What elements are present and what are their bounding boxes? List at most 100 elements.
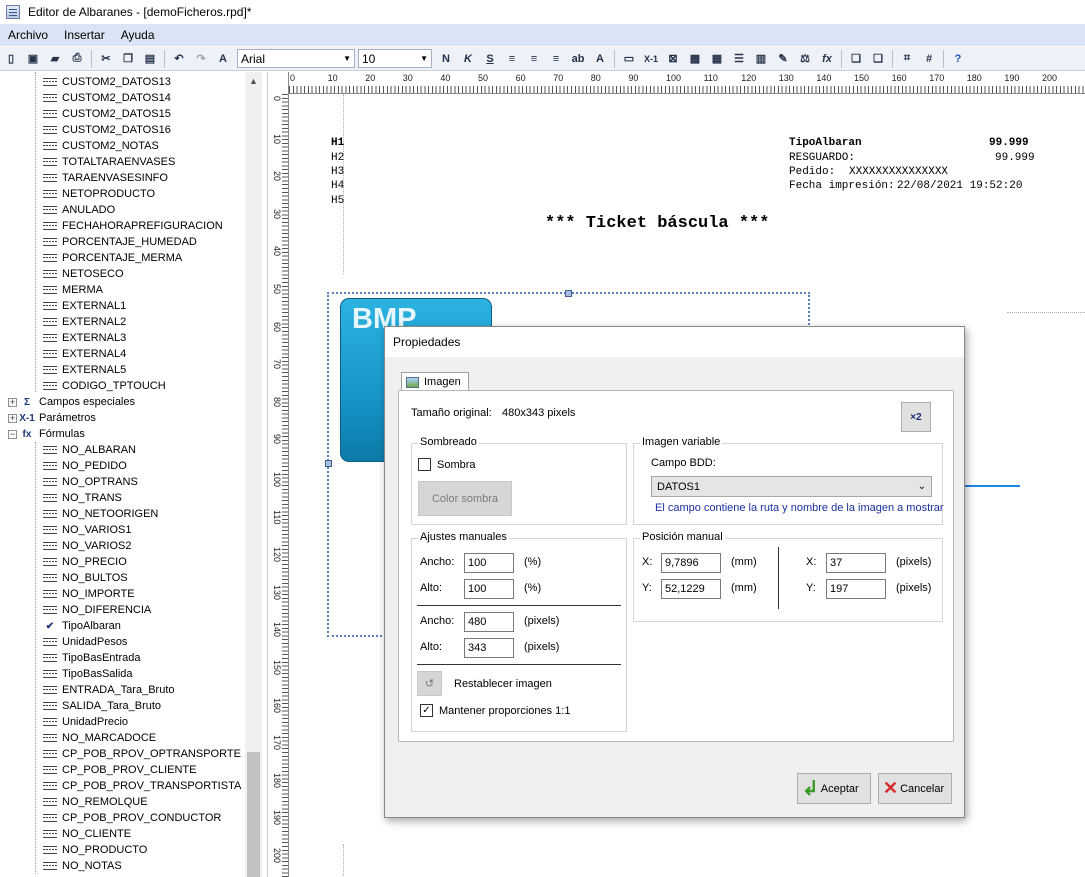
font-name-combo[interactable]: Arial ▼ — [237, 49, 355, 68]
send-back-icon[interactable]: ❑ — [868, 49, 888, 69]
tree-formula-item[interactable]: ENTRADA_Tara_Bruto — [43, 682, 175, 698]
align-right-icon[interactable]: ≡ — [546, 49, 566, 69]
resguardo-label[interactable]: RESGUARDO: — [789, 152, 855, 164]
print-icon[interactable]: ⎙ — [67, 49, 87, 69]
tree-field-item[interactable]: EXTERNAL2 — [43, 314, 126, 330]
align-center-icon[interactable]: ≡ — [524, 49, 544, 69]
tree-formula-item[interactable]: NO_CLIENTE — [43, 826, 131, 842]
pedido-label[interactable]: Pedido: — [789, 166, 835, 178]
tree-formula-item[interactable]: CP_POB_PROV_CLIENTE — [43, 762, 197, 778]
tree-formula-item[interactable]: NO_DIFERENCIA — [43, 602, 151, 618]
font-size-combo[interactable]: 10 ▼ — [358, 49, 432, 68]
header-line-5[interactable]: H5 — [331, 195, 344, 207]
tree-group-item[interactable]: − fx Fórmulas — [8, 426, 85, 442]
campo-bdd-select[interactable]: DATOS1 ⌄ — [651, 476, 932, 497]
ancho-px-input[interactable]: 480 — [464, 612, 514, 632]
tree-field-item[interactable]: PORCENTAJE_HUMEDAD — [43, 234, 197, 250]
open-folder-icon[interactable]: ▰ — [45, 49, 65, 69]
tree-formula-item[interactable]: NO_VARIOS2 — [43, 538, 132, 554]
resguardo-value[interactable]: 99.999 — [995, 152, 1035, 164]
tree-formula-item[interactable]: ✔ TipoAlbaran — [43, 618, 121, 634]
header-line-2[interactable]: H2 — [331, 152, 344, 164]
tree-formula-item[interactable]: NO_VARIOS1 — [43, 522, 132, 538]
tree-formula-item[interactable]: CP_POB_PROV_TRANSPORTISTA — [43, 778, 241, 794]
ancho-pct-input[interactable]: 100 — [464, 553, 514, 573]
tree-field-item[interactable]: EXTERNAL5 — [43, 362, 126, 378]
tree-field-item[interactable]: MERMA — [43, 282, 103, 298]
tab-imagen[interactable]: Imagen — [401, 372, 469, 391]
cancelar-button[interactable]: ✕ Cancelar — [878, 773, 952, 804]
tree-field-item[interactable]: ANULADO — [43, 202, 115, 218]
tree-field-item[interactable]: EXTERNAL4 — [43, 346, 126, 362]
tree-formula-item[interactable]: UnidadPrecio — [43, 714, 128, 730]
tree-scrollbar[interactable]: ▲ — [245, 72, 262, 877]
y-px-input[interactable]: 197 — [826, 579, 886, 599]
font-style-icon[interactable]: A — [213, 49, 233, 69]
tree-formula-item[interactable]: CP_POB_RPOV_OPTRANSPORTE — [43, 746, 241, 762]
signature-icon[interactable]: ✎ — [773, 49, 793, 69]
tree-formula-item[interactable]: SALIDA_Tara_Bruto — [43, 698, 161, 714]
tree-field-item[interactable]: TOTALTARAENVASES — [43, 154, 175, 170]
aceptar-button[interactable]: ↲ Aceptar — [797, 773, 871, 804]
mantener-checkbox[interactable]: ✓ — [420, 704, 433, 717]
insert-text-icon[interactable]: A — [590, 49, 610, 69]
bring-front-icon[interactable]: ❏ — [846, 49, 866, 69]
save-icon[interactable]: ▣ — [23, 49, 43, 69]
help-icon[interactable]: ? — [948, 49, 968, 69]
pedido-value[interactable]: XXXXXXXXXXXXXXX — [849, 166, 948, 178]
tree-formula-item[interactable]: NO_MARCADOCE — [43, 730, 156, 746]
paste-icon[interactable]: ▤ — [140, 49, 160, 69]
insert-frame-icon[interactable]: ⊠ — [663, 49, 683, 69]
copy-icon[interactable]: ❐ — [118, 49, 138, 69]
tree-field-item[interactable]: PORCENTAJE_MERMA — [43, 250, 182, 266]
tree-field-item[interactable]: NETOSECO — [43, 266, 124, 282]
tree-formula-item[interactable]: NO_NOTAS — [43, 858, 122, 874]
undo-icon[interactable]: ↶ — [169, 49, 189, 69]
snap-icon[interactable]: ⌗ — [897, 49, 917, 69]
tree-formula-item[interactable]: NO_REMOLQUE — [43, 794, 148, 810]
new-file-icon[interactable]: ▯ — [1, 49, 21, 69]
y-mm-input[interactable]: 52,1229 — [661, 579, 721, 599]
grid-icon[interactable]: # — [919, 49, 939, 69]
tree-formula-item[interactable]: NO_OPTRANS — [43, 474, 138, 490]
align-left-icon[interactable]: ≡ — [502, 49, 522, 69]
italic-button[interactable]: K — [458, 49, 478, 69]
barcode-icon[interactable]: ▥ — [751, 49, 771, 69]
tree-formula-item[interactable]: NO_PRECIO — [43, 554, 127, 570]
ticket-title[interactable]: *** Ticket báscula *** — [545, 214, 769, 233]
tree-field-item[interactable]: CUSTOM2_DATOS16 — [43, 122, 171, 138]
tree-field-item[interactable]: CUSTOM2_DATOS15 — [43, 106, 171, 122]
tree-field-item[interactable]: TARAENVASESINFO — [43, 170, 168, 186]
tipo-albaran-value[interactable]: 99.999 — [989, 137, 1029, 149]
tree-formula-item[interactable]: NO_PRODUCTO — [43, 842, 147, 858]
formula-button[interactable]: fx — [817, 49, 837, 69]
scrollbar-thumb[interactable] — [247, 752, 260, 877]
tree-formula-item[interactable]: CP_POB_PROV_CONDUCTOR — [43, 810, 221, 826]
color-sombra-button[interactable]: Color sombra — [418, 481, 512, 516]
bold-button[interactable]: N — [436, 49, 456, 69]
scale-icon[interactable]: ⚖ — [795, 49, 815, 69]
insert-parameter-button[interactable]: X-1 — [641, 49, 661, 69]
menu-insertar[interactable]: Insertar — [56, 28, 113, 42]
expand-icon[interactable]: + — [8, 397, 17, 407]
insert-table-icon[interactable]: ☰ — [729, 49, 749, 69]
tree-field-item[interactable]: FECHAHORAPREFIGURACION — [43, 218, 223, 234]
x-px-input[interactable]: 37 — [826, 553, 886, 573]
collapse-icon[interactable]: − — [8, 429, 17, 439]
alto-px-input[interactable]: 343 — [464, 638, 514, 658]
tipo-albaran-field[interactable]: TipoAlbaran — [789, 137, 862, 149]
x-mm-input[interactable]: 9,7896 — [661, 553, 721, 573]
tree-group-item[interactable]: + Σ Campos especiales — [8, 394, 135, 410]
tree-formula-item[interactable]: TipoBasSalida — [43, 666, 133, 682]
fecha-label[interactable]: Fecha impresión: — [789, 180, 895, 192]
insert-image-icon[interactable]: ▩ — [685, 49, 705, 69]
tree-field-item[interactable]: CUSTOM2_DATOS13 — [43, 74, 171, 90]
menu-ayuda[interactable]: Ayuda — [113, 28, 163, 42]
scroll-up-icon[interactable]: ▲ — [245, 72, 262, 89]
header-line-1[interactable]: H1 — [331, 137, 344, 149]
tree-group-item[interactable]: + X-1 Parámetros — [8, 410, 96, 426]
tree-field-item[interactable]: NETOPRODUCTO — [43, 186, 155, 202]
tree-formula-item[interactable]: NO_TRANS — [43, 490, 122, 506]
tree-field-item[interactable]: CUSTOM2_NOTAS — [43, 138, 159, 154]
tree-field-item[interactable]: CUSTOM2_DATOS14 — [43, 90, 171, 106]
